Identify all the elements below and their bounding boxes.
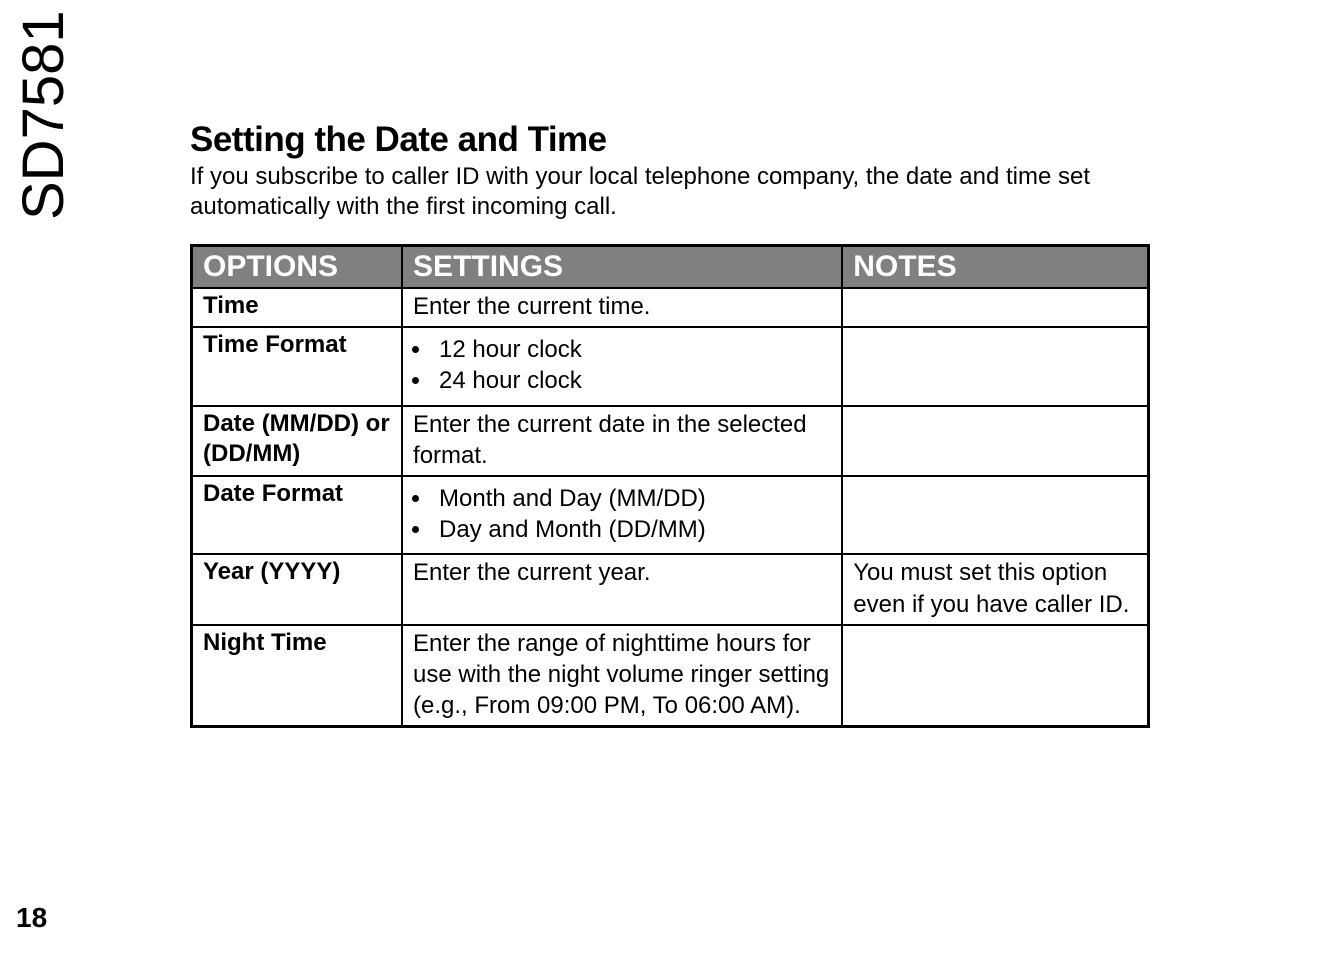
settings-text: Enter the current time. xyxy=(413,291,831,322)
table-row: Time Enter the current time. xyxy=(192,288,1149,327)
settings-bullet-item: Day and Month (DD/MM) xyxy=(433,514,831,545)
settings-text: Enter the current date in the selected f… xyxy=(413,409,831,471)
page-number: 18 xyxy=(16,902,47,934)
option-cell: Time xyxy=(192,288,403,327)
settings-table: OPTIONS SETTINGS NOTES Time Enter the cur… xyxy=(190,244,1150,728)
th-options: OPTIONS xyxy=(192,246,403,289)
th-settings: SETTINGS xyxy=(402,246,842,289)
option-cell: Night Time xyxy=(192,625,403,727)
notes-cell xyxy=(842,625,1148,727)
notes-cell xyxy=(842,476,1148,554)
settings-cell: Enter the current date in the selected f… xyxy=(402,406,842,476)
settings-bullet-item: 12 hour clock xyxy=(433,334,831,365)
intro-paragraph: If you subscribe to caller ID with your … xyxy=(190,162,1150,222)
option-cell: Year (YYYY) xyxy=(192,554,403,624)
notes-cell xyxy=(842,288,1148,327)
th-notes: NOTES xyxy=(842,246,1148,289)
settings-cell: Enter the current time. xyxy=(402,288,842,327)
main-content: Setting the Date and Time If you subscri… xyxy=(190,120,1150,728)
settings-cell: Month and Day (MM/DD)Day and Month (DD/M… xyxy=(402,476,842,554)
notes-cell xyxy=(842,406,1148,476)
settings-cell: Enter the range of nighttime hours for u… xyxy=(402,625,842,727)
settings-bullet-item: Month and Day (MM/DD) xyxy=(433,483,831,514)
table-row: Date Format Month and Day (MM/DD)Day and … xyxy=(192,476,1149,554)
table-row: Year (YYYY) Enter the current year. You mu… xyxy=(192,554,1149,624)
settings-bullet-item: 24 hour clock xyxy=(433,365,831,396)
option-cell: Date (MM/DD) or (DD/MM) xyxy=(192,406,403,476)
table-header-row: OPTIONS SETTINGS NOTES xyxy=(192,246,1149,289)
side-title: SD7581 User Guide xyxy=(10,0,77,220)
settings-text: Enter the range of nighttime hours for u… xyxy=(413,628,831,722)
table-row: Time Format 12 hour clock24 hour clock xyxy=(192,327,1149,405)
settings-text: Enter the current year. xyxy=(413,557,831,588)
notes-cell xyxy=(842,327,1148,405)
section-heading: Setting the Date and Time xyxy=(190,120,1150,160)
option-cell: Date Format xyxy=(192,476,403,554)
table-body: Time Enter the current time. Time Format 12… xyxy=(192,288,1149,727)
notes-cell: You must set this option even if you hav… xyxy=(842,554,1148,624)
settings-bullet-list: Month and Day (MM/DD)Day and Month (DD/M… xyxy=(433,483,831,545)
notes-text: You must set this option even if you hav… xyxy=(853,557,1137,619)
table-row: Date (MM/DD) or (DD/MM)Enter the current… xyxy=(192,406,1149,476)
settings-bullet-list: 12 hour clock24 hour clock xyxy=(433,334,831,396)
option-cell: Time Format xyxy=(192,327,403,405)
settings-cell: Enter the current year. xyxy=(402,554,842,624)
table-row: Night TimeEnter the range of nighttime h… xyxy=(192,625,1149,727)
settings-cell: 12 hour clock24 hour clock xyxy=(402,327,842,405)
